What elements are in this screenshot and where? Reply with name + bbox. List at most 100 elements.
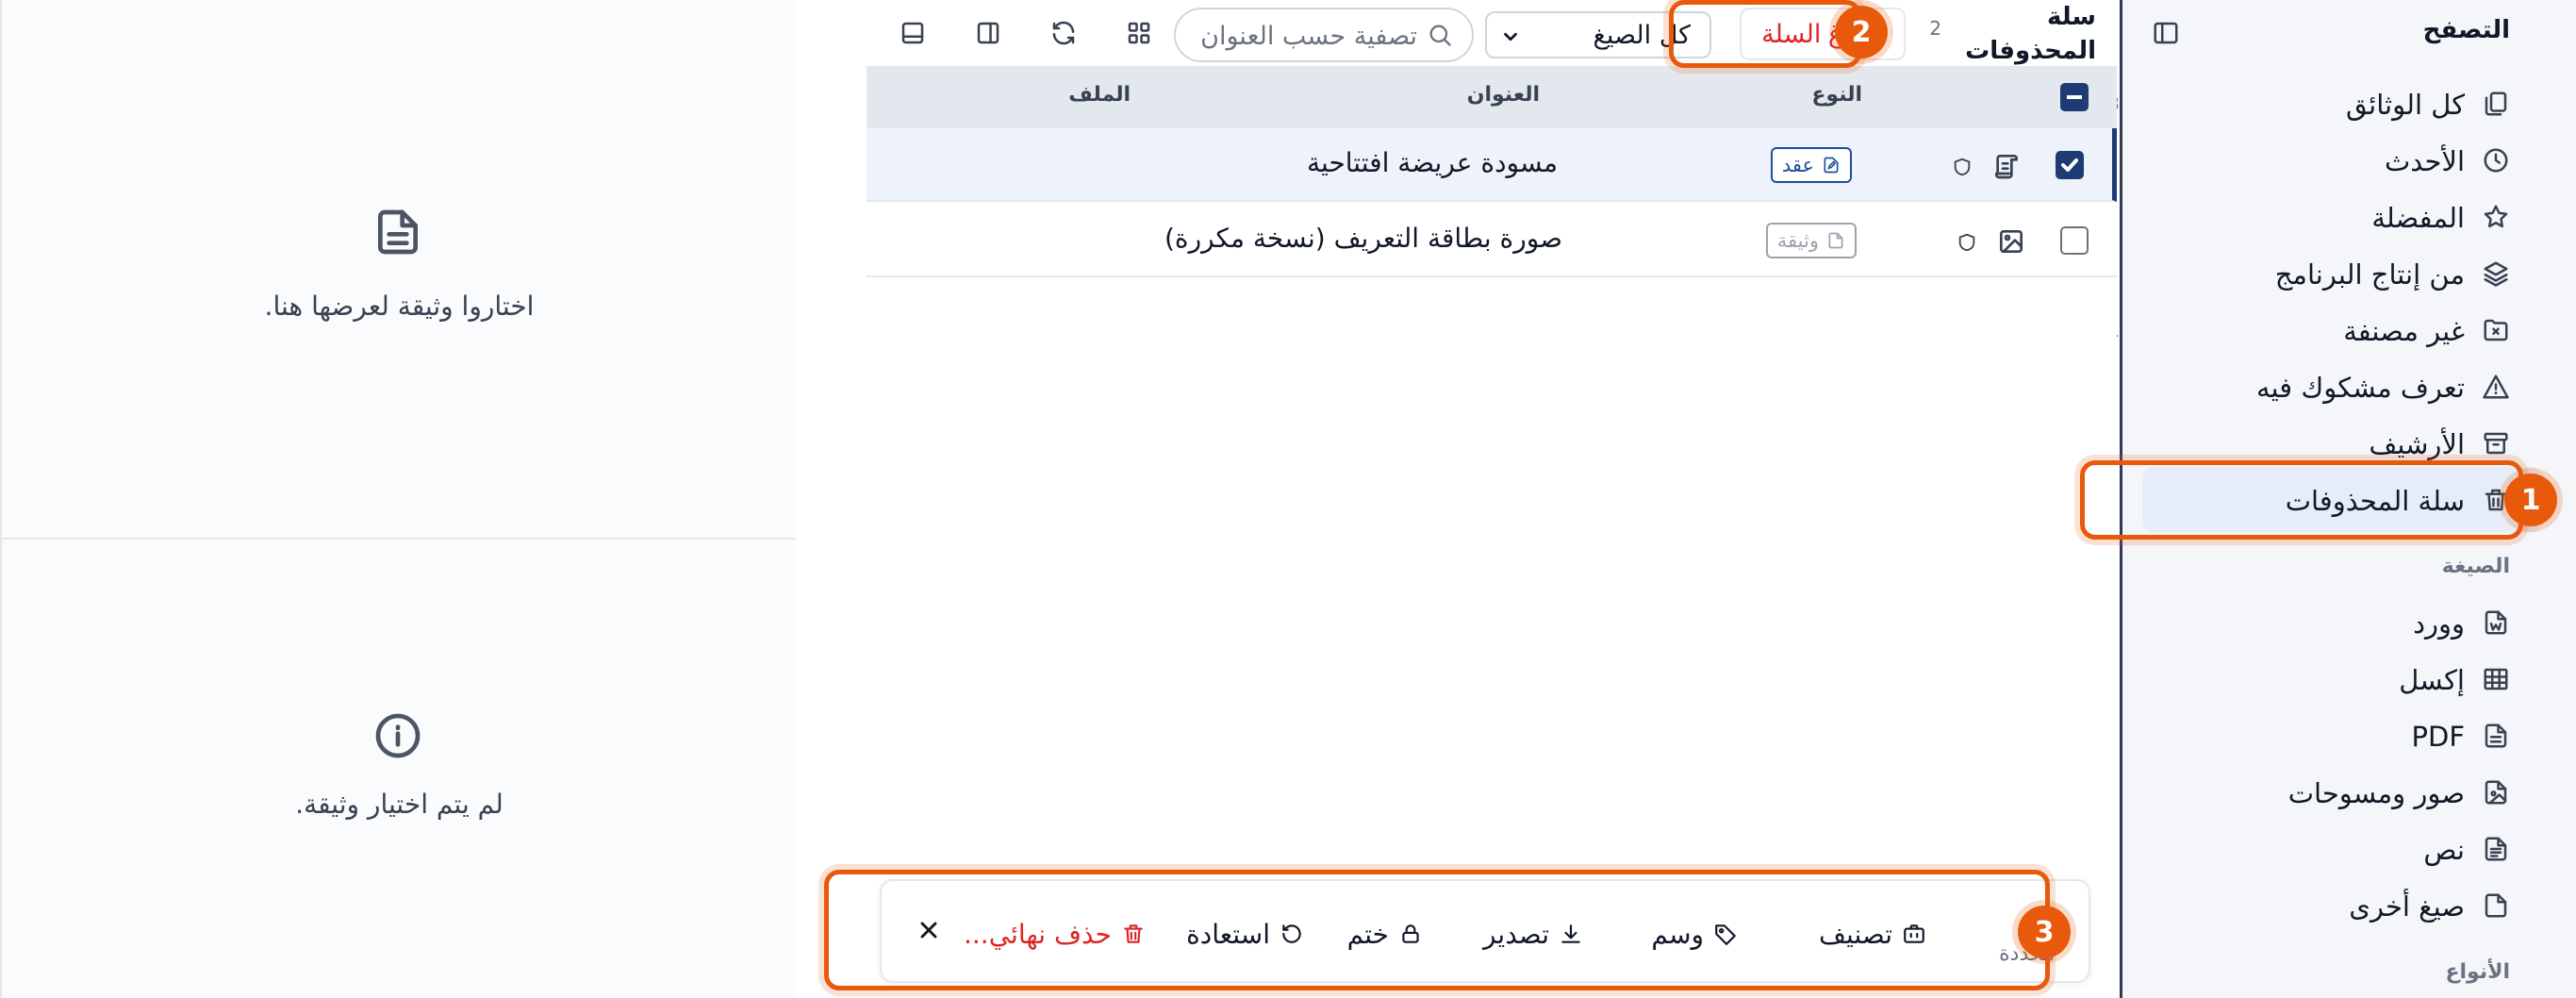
rotate-ccw-icon [1282,924,1301,943]
file-word-icon [2485,610,2507,635]
sidebar-item-pdf[interactable]: PDF [2138,709,2510,762]
table-row[interactable]: وثيقة صورة بطاقة التعريف (نسخة مكررة) [867,204,2117,277]
sidebar-item-excel[interactable]: إكسل [2138,653,2510,706]
sidebar-item-other-formats[interactable]: صيغ أخرى [2138,879,2510,932]
sidebar-toggle-icon[interactable] [2152,19,2180,47]
edit-document-icon [1824,157,1839,174]
sidebar-item-unclassified[interactable]: غير مصنفة 1 [2107,304,2510,357]
sidebar-item-archive[interactable]: الأرشيف [2138,417,2510,470]
file-pdf-icon [2485,724,2507,748]
warning-icon [2483,374,2509,399]
table-icon [2484,668,2508,690]
clock-icon [2484,148,2508,173]
search-icon [1429,25,1451,46]
grid-view-icon[interactable] [1125,19,1153,47]
row-checkbox[interactable] [2060,226,2089,255]
table-header: النوع العنوان الملف [867,66,2117,128]
sidebar-item-generated[interactable]: من إنتاج البرنامج [2138,247,2510,300]
sidebar-header: التصفح [2122,0,2576,64]
refresh-icon[interactable] [1049,19,1078,47]
sidebar-item-suspicious[interactable]: تعرف مشكوك فيه [2138,360,2510,413]
files-icon [2485,91,2507,116]
bulk-action-bar: 1 محددة تصنيف وسم تصدير ختم استعادة حذف … [880,879,2090,983]
sidebar-item-favorites[interactable]: المفضلة [2138,191,2510,243]
tag-button[interactable]: وسم [1651,915,1738,953]
sidebar-item-label: سلة المحذوفات [2285,485,2465,517]
sidebar-item-images[interactable]: صور ومسوحات [2138,766,2510,819]
type-badge: عقد [1770,147,1852,183]
sidebar-item-label: PDF [2411,721,2466,753]
sidebar-item-text[interactable]: نص [2138,823,2510,875]
classify-button[interactable]: تصنيف [1819,915,1926,953]
archive-icon [2484,432,2508,455]
callout-badge-1: 1 [2504,474,2557,526]
sidebar-item-label: المفضلة [2371,202,2465,234]
image-icon [2000,230,2023,253]
type-badge-label: وثيقة [1776,229,1819,252]
briefcase-icon [1904,924,1924,943]
export-button[interactable]: تصدير [1483,915,1583,953]
callout-badge-2: 2 [1835,6,1888,58]
seal-button[interactable]: ختم [1347,915,1423,953]
tag-icon [1715,924,1736,945]
close-icon[interactable] [916,917,942,943]
lock-icon [1402,924,1419,943]
file-image-icon [2485,780,2507,805]
sidebar-item-label: إكسل [2399,664,2465,696]
format-filter-select[interactable]: كل الصيغ [1485,11,1711,58]
permanent-delete-button[interactable]: حذف نهائي... [964,915,1146,953]
sidebar-item-recent[interactable]: الأحدث [2138,134,2510,187]
document-title: صورة بطاقة التعريف (نسخة مكررة) [1164,223,1562,254]
sidebar-item-label: وورد [2413,607,2465,640]
page-title: سلة المحذوفات [1965,3,2096,65]
sidebar-item-word[interactable]: وورد [2138,596,2510,649]
title-filter-input[interactable] [1191,17,1417,55]
permanent-delete-label: حذف نهائي... [964,918,1112,950]
restore-label: استعادة [1186,918,1270,950]
download-icon [1561,924,1580,943]
sidebar-item-label: صور ومسوحات [2287,777,2465,809]
split-view-icon[interactable] [974,19,1002,47]
title-filter [1174,8,1474,62]
sidebar-item-label: تعرف مشكوك فيه [2255,372,2465,404]
document-title: مسودة عريضة افتتاحية [1307,147,1558,178]
restore-button[interactable]: استعادة [1186,915,1304,953]
sidebar-item-trash[interactable]: سلة المحذوفات [2142,467,2542,533]
export-label: تصدير [1482,918,1549,950]
file-text-icon [2485,837,2507,861]
row-checkbox[interactable] [2056,151,2084,179]
sidebar-item-label: من إنتاج البرنامج [2274,258,2465,291]
shield-icon [1958,233,1975,252]
sidebar-title: التصفح [2422,16,2510,44]
types-section-heading: الأنواع [2445,960,2510,984]
trash-icon [1124,924,1143,943]
chevron-down-icon [1504,32,1517,42]
column-header-file[interactable]: الملف [1068,83,1131,107]
sidebar-item-label: صيغ أخرى [2349,890,2465,923]
document-count: 2 [1929,17,1941,40]
classify-label: تصنيف [1819,918,1892,950]
table-row[interactable]: عقد مسودة عريضة افتتاحية [867,128,2117,202]
sidebar-item-all-documents[interactable]: كل الوثائق 3 [2107,77,2510,130]
preview-prompt: اختاروا وثيقة لعرضها هنا. [264,291,535,322]
seal-label: ختم [1346,918,1389,950]
layers-icon [2484,261,2508,287]
preview-divider [2,538,797,540]
document-icon [1828,232,1843,249]
format-filter-value: كل الصيغ [1593,21,1691,50]
select-all-checkbox[interactable] [2060,83,2089,111]
file-icon [2485,893,2507,918]
preview-pane: اختاروا وثيقة لعرضها هنا. لم يتم اختيار … [0,0,797,998]
sidebar-item-label: غير مصنفة [2343,315,2465,347]
sidebar-item-label: نص [2423,834,2465,866]
column-header-title[interactable]: العنوان [1467,83,1540,107]
star-icon [2484,205,2508,228]
column-header-type[interactable]: النوع [1811,83,1862,107]
document-list-pane: سلة المحذوفات 2 إفراغ السلة كل الصيغ الن… [848,0,2117,998]
sidebar-item-label: الأحدث [2384,145,2465,177]
list-toolbar: سلة المحذوفات 2 إفراغ السلة كل الصيغ [848,0,2117,66]
scroll-icon [1995,155,2018,179]
folder-x-icon [2484,319,2508,341]
bottom-panel-icon[interactable] [899,19,927,47]
callout-badge-3: 3 [2018,906,2071,958]
